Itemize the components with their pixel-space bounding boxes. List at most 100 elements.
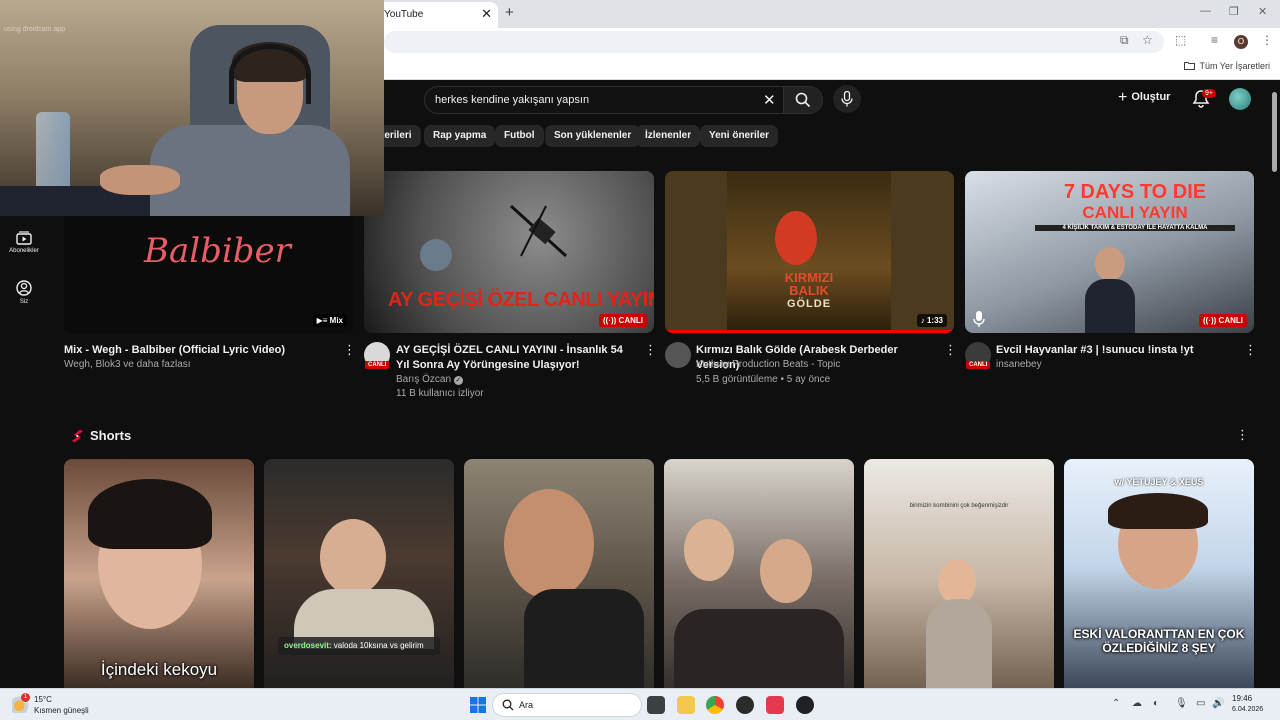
chip-2[interactable]: Futbol <box>495 125 544 147</box>
thumbnail-text: AY GEÇİŞİ ÖZEL CANLI YAYINI <box>388 289 654 311</box>
weather-temperature: 15°C <box>34 695 52 704</box>
all-bookmarks-button[interactable]: Tüm Yer İşaretleri <box>1184 61 1270 71</box>
short-video[interactable]: İçindeki kekoyu <box>64 459 254 688</box>
chrome-menu-icon[interactable]: ⋮ <box>1261 33 1273 47</box>
install-app-icon[interactable]: ⧉ <box>1120 33 1129 48</box>
video-title[interactable]: Evcil Hayvanlar #3 | !sunucu !insta !yt <box>996 343 1236 358</box>
chrome-icon[interactable] <box>706 696 724 714</box>
plus-icon: + <box>1118 89 1128 106</box>
webcam-overlay: using droidcam app <box>0 0 384 216</box>
chip-4[interactable]: İzlenenler <box>636 125 701 147</box>
spacecraft-graphic <box>509 204 568 258</box>
tab-close-icon[interactable]: ✕ <box>481 6 492 22</box>
person-face <box>684 519 734 581</box>
video-channel[interactable]: Barış Özcan ✓ <box>396 374 463 385</box>
location-app-icon[interactable] <box>796 696 814 714</box>
watch-progress-bar <box>665 330 954 333</box>
address-bar[interactable] <box>384 31 1164 53</box>
search-icon <box>502 699 514 711</box>
person-face <box>320 519 386 595</box>
app-icon[interactable] <box>766 696 784 714</box>
mix-icon: ▶︎≡ <box>316 316 330 325</box>
short-video[interactable]: overdosevit: valoda 10ksına vs gelirim <box>264 459 454 688</box>
live-icon: ((·)) <box>1203 316 1219 325</box>
video-channel[interactable]: Wegh, Blok3 ve daha fazlası <box>64 359 191 370</box>
video-more-icon[interactable]: ⋮ <box>944 342 957 358</box>
tray-chevron-icon[interactable]: ⌃ <box>1112 698 1120 709</box>
person-face <box>760 539 812 603</box>
voice-search-button[interactable] <box>833 85 861 113</box>
short-video[interactable] <box>464 459 654 688</box>
person-hand <box>100 165 180 195</box>
close-window-icon[interactable]: ✕ <box>1258 5 1267 18</box>
video-thumbnail[interactable]: 7 DAYS TO DIE CANLI YAYIN 4 KİŞİLİK TAKI… <box>965 171 1254 333</box>
video-thumbnail[interactable]: AY GEÇİŞİ ÖZEL CANLI YAYINI ((·)) CANLI <box>364 171 654 333</box>
page-scrollbar[interactable] <box>1272 92 1277 172</box>
tab-youtube[interactable]: YouTube ✕ <box>378 2 498 28</box>
file-explorer-icon[interactable] <box>677 696 695 714</box>
video-channel[interactable]: insanebey <box>996 359 1042 370</box>
windows-start-icon[interactable] <box>470 697 486 713</box>
clock-time[interactable]: 19:46 <box>1232 694 1252 703</box>
notification-count-badge: 9+ <box>1202 89 1216 98</box>
person-body <box>926 599 992 688</box>
clock-date[interactable]: 6.04.2026 <box>1232 706 1263 713</box>
chip-3[interactable]: Son yüklenenler <box>545 125 641 147</box>
new-tab-button[interactable]: + <box>505 4 514 21</box>
search-button[interactable] <box>783 86 823 114</box>
tray-app-icon[interactable]: ◐ <box>1153 698 1159 709</box>
live-badge: ((·)) CANLI <box>1199 314 1247 327</box>
shorts-more-icon[interactable]: ⋮ <box>1236 427 1249 443</box>
create-button[interactable]: + Oluştur <box>1118 89 1170 107</box>
video-channel[interactable]: Kutluay Production Beats - Topic <box>696 359 840 370</box>
sidebar-item-you[interactable]: Siz <box>0 280 48 305</box>
live-icon: ((·)) <box>603 316 619 325</box>
avatar-live-tag: CANLI <box>365 361 390 369</box>
search-input[interactable]: herkes kendine yakışanı yapsın ✕ <box>424 86 784 114</box>
video-more-icon[interactable]: ⋮ <box>343 342 356 358</box>
video-title[interactable]: AY GEÇİŞİ ÖZEL CANLI YAYINI - İnsanlık 5… <box>396 343 636 373</box>
video-more-icon[interactable]: ⋮ <box>644 342 657 358</box>
minimize-icon[interactable]: — <box>1200 5 1211 17</box>
extensions-icon[interactable]: ⬚ <box>1175 33 1186 47</box>
maximize-icon[interactable]: ❐ <box>1229 5 1239 18</box>
video-more-icon[interactable]: ⋮ <box>1244 342 1257 358</box>
bookmark-star-icon[interactable]: ☆ <box>1142 33 1153 47</box>
chip-5[interactable]: Yeni öneriler <box>700 125 779 147</box>
weather-description: Kısmen güneşli <box>34 706 89 715</box>
tab-title: YouTube <box>384 9 424 20</box>
microphone-icon[interactable]: 🎙 <box>1175 698 1188 709</box>
tray-app-icon[interactable]: ☁ <box>1132 698 1142 709</box>
shorts-icon <box>72 429 83 443</box>
person-body <box>524 589 644 688</box>
webcam-label: using droidcam app <box>4 26 66 33</box>
short-top-text: w/ YETUJEY & XEUS <box>1114 477 1204 487</box>
short-video[interactable] <box>664 459 854 688</box>
search-query: herkes kendine yakışanı yapsın <box>435 94 590 106</box>
volume-icon[interactable]: 🔊 <box>1212 698 1224 709</box>
obs-icon[interactable] <box>736 696 754 714</box>
earth-graphic <box>420 239 452 271</box>
live-badge: ((·)) CANLI <box>599 314 647 327</box>
account-avatar[interactable] <box>1229 88 1251 110</box>
video-thumbnail[interactable]: KIRMIZI BALIK GÖLDE ♪ 1:33 <box>665 171 954 333</box>
short-video[interactable]: birimizin kombinini çok beğenmişizdir <box>864 459 1054 688</box>
short-video[interactable]: w/ YETUJEY & XEUS ESKİ VALORANTTAN EN ÇO… <box>1064 459 1254 688</box>
network-icon[interactable]: ▭ <box>1196 698 1205 709</box>
folder-icon <box>1184 62 1196 70</box>
sidebar-item-subscriptions[interactable]: Abonelikler <box>0 231 48 254</box>
taskbar-search[interactable]: Ara <box>492 693 642 717</box>
short-caption: ESKİ VALORANTTAN EN ÇOK ÖZLEDİĞİNİZ 8 ŞE… <box>1073 627 1245 655</box>
task-view-icon[interactable] <box>647 696 665 714</box>
avatar-live-tag: CANLI <box>966 361 991 369</box>
channel-avatar[interactable] <box>665 342 691 368</box>
screen: YouTube ✕ + — ❐ ✕ ⧉ ☆ ⬚ ≡ O ⋮ Tüm Yer İş… <box>0 0 1280 720</box>
subscriptions-icon <box>16 231 32 245</box>
streamer-body <box>1085 279 1135 333</box>
chip-1[interactable]: Rap yapma <box>424 125 496 147</box>
profile-avatar[interactable]: O <box>1234 35 1248 49</box>
clear-search-icon[interactable]: ✕ <box>763 91 776 109</box>
reading-list-icon[interactable]: ≡ <box>1211 33 1218 47</box>
video-title[interactable]: Mix - Wegh - Balbiber (Official Lyric Vi… <box>64 343 334 358</box>
sidebar-item-label: Siz <box>19 299 29 305</box>
